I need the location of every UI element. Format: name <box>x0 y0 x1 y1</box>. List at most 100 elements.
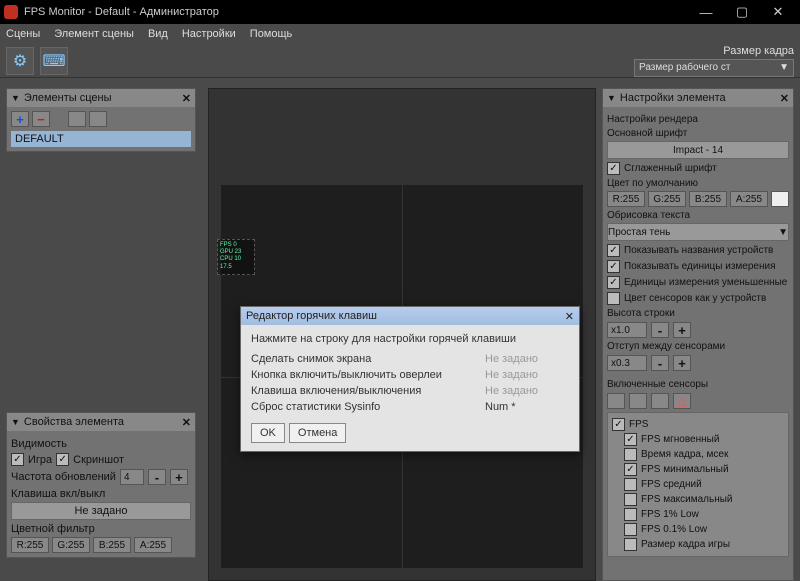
minimize-button[interactable]: — <box>688 1 724 23</box>
refresh-input[interactable]: 4 <box>120 469 144 485</box>
close-icon[interactable]: ✕ <box>780 92 789 105</box>
menu-scenes[interactable]: Сцены <box>6 28 40 40</box>
menu-settings[interactable]: Настройки <box>182 28 236 40</box>
sensor-tool-1[interactable]: ≡ <box>607 393 625 409</box>
sensor-tool-4[interactable]: △ <box>673 393 691 409</box>
collapse-icon[interactable]: ▼ <box>11 93 20 103</box>
hotkey-value: Не задано <box>485 353 569 365</box>
sensor-row[interactable]: Размер кадра игры <box>612 537 786 552</box>
sensor-gap-input[interactable]: x0.3 <box>607 355 647 371</box>
close-icon[interactable]: ✕ <box>182 416 191 429</box>
sensor-row[interactable]: FPS средний <box>612 477 786 492</box>
sensor-checkbox[interactable] <box>624 538 637 551</box>
sensor-row[interactable]: FPS мгновенный <box>612 432 786 447</box>
move-down-button[interactable]: ◫ <box>89 111 107 127</box>
sensor-tool-2[interactable]: ◫ <box>629 393 647 409</box>
sensor-checkbox[interactable] <box>624 508 637 521</box>
r-input[interactable]: R:255 <box>607 191 645 207</box>
hotkey-row[interactable]: Сделать снимок экранаНе задано <box>251 351 569 367</box>
menu-help[interactable]: Помощь <box>250 28 293 40</box>
hotkey-value: Num * <box>485 401 569 413</box>
show-units-checkbox[interactable] <box>607 260 620 273</box>
row-height-minus[interactable]: - <box>651 322 669 338</box>
row-height-input[interactable]: x1.0 <box>607 322 647 338</box>
sensor-gap-minus[interactable]: - <box>651 355 669 371</box>
device-color-label: Цвет сенсоров как у устройств <box>624 293 766 304</box>
text-outline-select[interactable]: Простая тень ▼ <box>607 223 789 241</box>
refresh-minus[interactable]: - <box>148 469 166 485</box>
close-icon[interactable]: ✕ <box>565 310 574 323</box>
menubar: Сцены Элемент сцены Вид Настройки Помощь <box>0 24 800 44</box>
frame-size-value: Размер рабочего ст <box>639 62 730 73</box>
r-input[interactable]: R:255 <box>11 537 49 553</box>
collapse-icon[interactable]: ▼ <box>607 93 616 103</box>
b-input[interactable]: B:255 <box>93 537 131 553</box>
short-units-checkbox[interactable] <box>607 276 620 289</box>
hotkey-label: Сброс статистики Sysinfo <box>251 401 485 413</box>
menu-element[interactable]: Элемент сцены <box>54 28 134 40</box>
sensor-row[interactable]: FPS максимальный <box>612 492 786 507</box>
a-input[interactable]: A:255 <box>730 191 768 207</box>
close-icon[interactable]: ✕ <box>182 92 191 105</box>
sensor-row[interactable]: Время кадра, мсек <box>612 447 786 462</box>
right-panel-title: Настройки элемента <box>620 92 776 104</box>
sensor-checkbox[interactable] <box>612 418 625 431</box>
remove-button[interactable]: − <box>32 111 50 127</box>
scene-item[interactable]: DEFAULT <box>11 131 191 147</box>
g-input[interactable]: G:255 <box>648 191 686 207</box>
add-button[interactable]: + <box>11 111 29 127</box>
toggle-key-button[interactable]: Не задано <box>11 502 191 520</box>
b-input[interactable]: B:255 <box>689 191 727 207</box>
g-input[interactable]: G:255 <box>52 537 90 553</box>
smooth-font-checkbox[interactable] <box>607 162 620 175</box>
element-settings-panel: ▼ Настройки элемента ✕ Настройки рендера… <box>602 88 794 581</box>
fps-overlay[interactable]: FPS 0GPU 23CPU 1017.5 <box>217 239 255 275</box>
refresh-plus[interactable]: + <box>170 469 188 485</box>
sensor-checkbox[interactable] <box>624 523 637 536</box>
show-names-checkbox[interactable] <box>607 244 620 257</box>
screenshot-checkbox[interactable] <box>56 453 69 466</box>
sensor-checkbox[interactable] <box>624 448 637 461</box>
hotkey-label: Сделать снимок экрана <box>251 353 485 365</box>
sensor-checkbox[interactable] <box>624 463 637 476</box>
frame-size-select[interactable]: Размер рабочего ст ▼ <box>634 59 794 77</box>
screenshot-label: Скриншот <box>73 454 124 466</box>
a-input[interactable]: A:255 <box>134 537 172 553</box>
sensor-row[interactable]: FPS <box>612 417 786 432</box>
sensor-checkbox[interactable] <box>624 493 637 506</box>
sensor-checkbox[interactable] <box>624 478 637 491</box>
sensor-row[interactable]: FPS 0.1% Low <box>612 522 786 537</box>
app-icon <box>4 5 18 19</box>
sensor-label: FPS <box>629 419 648 430</box>
sensor-row[interactable]: FPS 1% Low <box>612 507 786 522</box>
text-outline-value: Простая тень <box>608 227 670 238</box>
row-height-label: Высота строки <box>607 308 789 319</box>
color-swatch[interactable] <box>771 191 789 207</box>
hotkey-row[interactable]: Сброс статистики SysinfoNum * <box>251 399 569 415</box>
dialog-hint: Нажмите на строку для настройки горячей … <box>251 333 569 345</box>
cancel-button[interactable]: Отмена <box>289 423 346 443</box>
hotkey-dialog: Редактор горячих клавиш ✕ Нажмите на стр… <box>240 306 580 452</box>
hotkey-row[interactable]: Клавиша включения/выключенияНе задано <box>251 383 569 399</box>
close-button[interactable]: ✕ <box>760 1 796 23</box>
ok-button[interactable]: OK <box>251 423 285 443</box>
collapse-icon[interactable]: ▼ <box>11 417 20 427</box>
move-up-button[interactable]: ◫ <box>68 111 86 127</box>
device-color-checkbox[interactable] <box>607 292 620 305</box>
sensor-list: FPS FPS мгновенныйВремя кадра, мсекFPS ми… <box>607 412 789 557</box>
keyboard-icon[interactable]: ⌨ <box>40 47 68 75</box>
main-font-label: Основной шрифт <box>607 128 789 139</box>
sensor-checkbox[interactable] <box>624 433 637 446</box>
gear-icon[interactable]: ⚙ <box>6 47 34 75</box>
game-checkbox[interactable] <box>11 453 24 466</box>
sensor-row[interactable]: FPS минимальный <box>612 462 786 477</box>
toolbar: ⚙ ⌨ Размер кадра Размер рабочего ст ▼ <box>0 44 800 78</box>
sensor-tool-3[interactable]: ▣ <box>651 393 669 409</box>
maximize-button[interactable]: ▢ <box>724 1 760 23</box>
main-font-button[interactable]: Impact - 14 <box>607 141 789 159</box>
hotkey-row[interactable]: Кнопка включить/выключить оверлеиНе зада… <box>251 367 569 383</box>
element-props-panel: ▼ Свойства элемента ✕ Видимость Игра Скр… <box>6 412 196 558</box>
sensor-gap-plus[interactable]: + <box>673 355 691 371</box>
menu-view[interactable]: Вид <box>148 28 168 40</box>
row-height-plus[interactable]: + <box>673 322 691 338</box>
